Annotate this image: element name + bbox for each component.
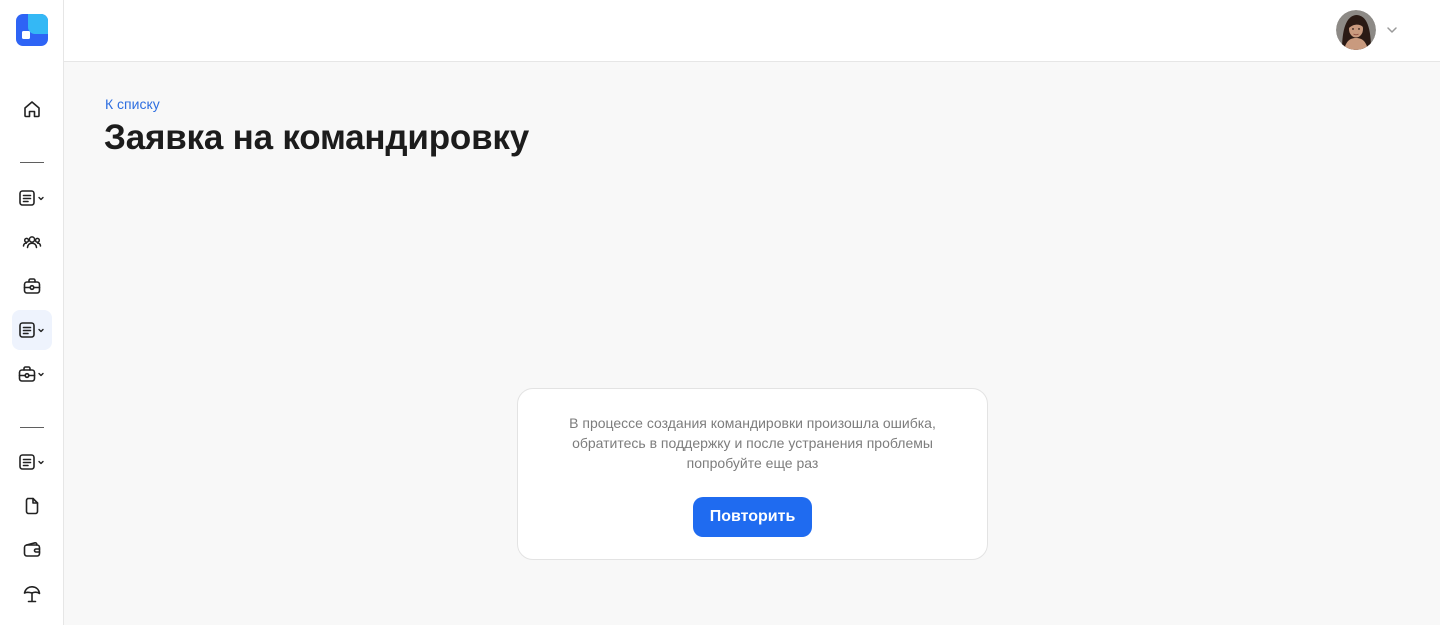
sidebar-divider	[20, 427, 44, 428]
sidebar	[0, 0, 64, 625]
sidebar-item-files[interactable]	[12, 486, 52, 526]
document-list-icon	[19, 454, 44, 470]
users-icon	[22, 236, 42, 249]
back-to-list-link[interactable]: К списку	[105, 96, 160, 112]
error-message: В процессе создания командировки произош…	[569, 415, 936, 471]
retry-button[interactable]: Повторить	[692, 497, 813, 537]
home-icon	[24, 101, 40, 118]
file-icon	[25, 497, 39, 515]
user-avatar[interactable]	[1336, 10, 1376, 50]
sidebar-item-trips[interactable]	[12, 266, 52, 306]
top-header	[64, 0, 1440, 62]
sidebar-item-documents-2[interactable]	[12, 310, 52, 350]
error-card: В процессе создания командировки произош…	[517, 388, 988, 560]
wallet-icon	[23, 541, 41, 557]
sidebar-item-documents-3[interactable]	[12, 442, 52, 482]
user-menu[interactable]	[1336, 10, 1400, 50]
umbrella-icon	[23, 585, 41, 603]
sidebar-divider	[20, 162, 44, 163]
page-title: Заявка на командировку	[104, 118, 529, 157]
document-list-icon	[19, 190, 44, 206]
sidebar-item-documents-1[interactable]	[12, 178, 52, 218]
sidebar-item-wallet[interactable]	[12, 530, 52, 570]
sidebar-item-vacation[interactable]	[12, 574, 52, 614]
briefcase-icon	[23, 278, 41, 294]
main-content: К списку Заявка на командировку В процес…	[64, 62, 1440, 625]
chevron-down-icon[interactable]	[1384, 22, 1400, 38]
sidebar-item-home[interactable]	[12, 89, 52, 129]
sidebar-item-people[interactable]	[12, 222, 52, 262]
sidebar-item-trips-2[interactable]	[12, 354, 52, 394]
document-list-icon	[19, 322, 44, 338]
briefcase-icon	[18, 366, 44, 382]
app-logo-icon[interactable]	[16, 14, 48, 46]
